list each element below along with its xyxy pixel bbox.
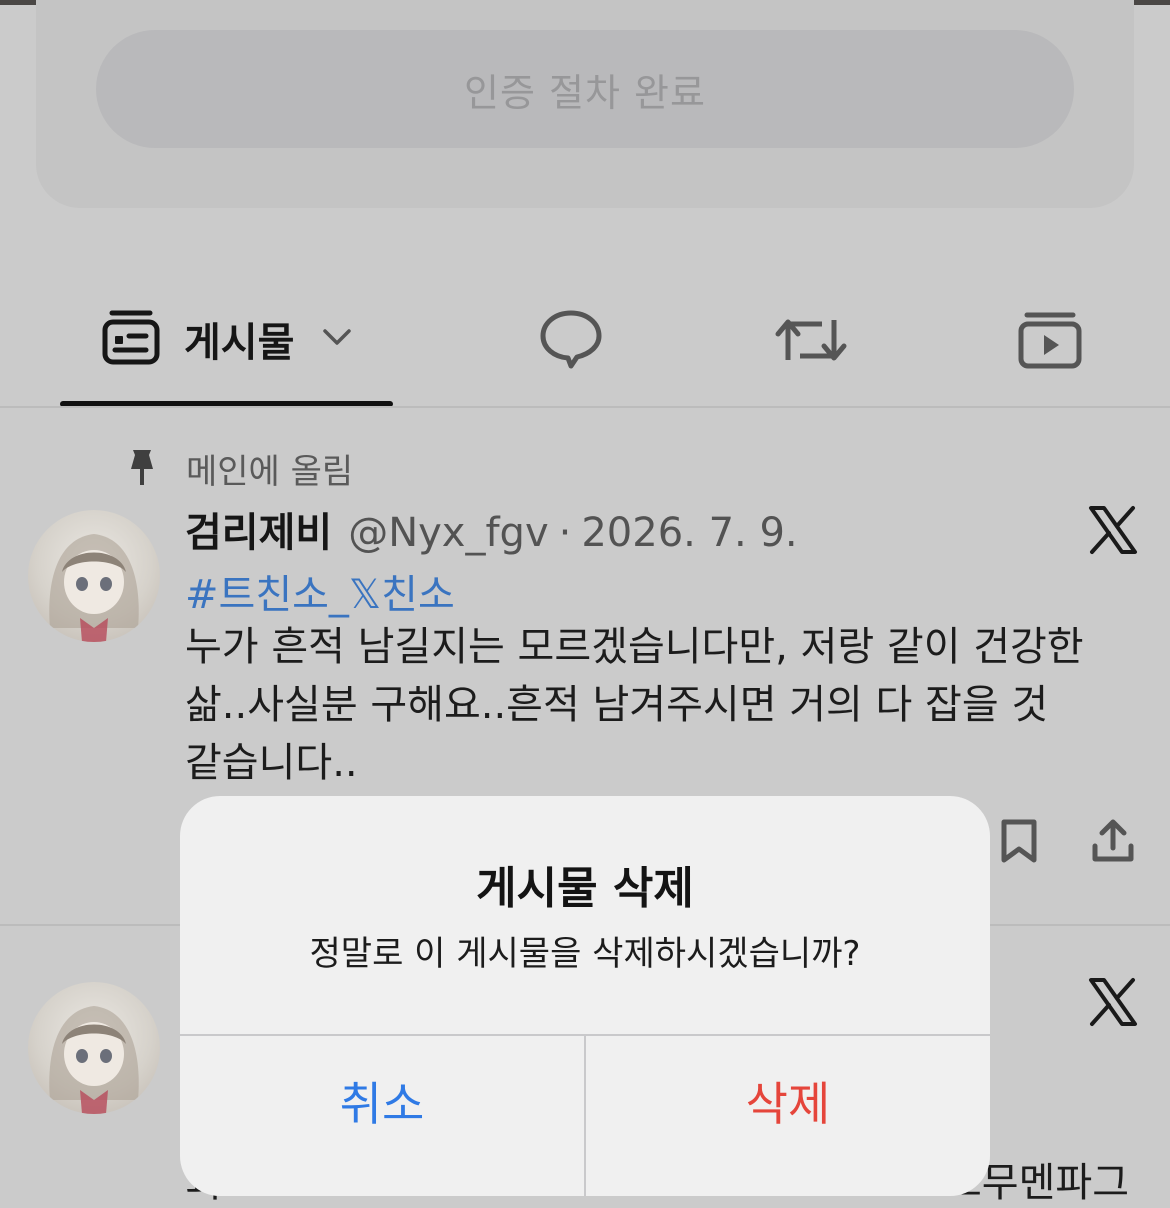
tab-posts[interactable]: 게시물 [100, 308, 352, 370]
avatar[interactable] [28, 982, 160, 1114]
posts-icon [100, 308, 162, 370]
delete-confirm-dialog: 게시물 삭제 정말로 이 게시물을 삭제하시겠습니까? 취소 삭제 [180, 796, 990, 1196]
display-name[interactable]: 검리제비 [185, 500, 332, 558]
profile-tabs: 게시물 [0, 290, 1170, 408]
complete-verification-button[interactable]: 인증 절차 완료 [96, 30, 1074, 148]
verification-card: 인증 절차 완료 [36, 0, 1134, 208]
reposts-icon [774, 312, 848, 372]
dialog-message: 정말로 이 게시물을 삭제하시겠습니까? [309, 934, 861, 974]
delete-button[interactable]: 삭제 [586, 1036, 990, 1166]
replies-icon [538, 308, 604, 374]
share-icon[interactable] [1090, 818, 1136, 868]
post-date[interactable]: 2026. 7. 9. [581, 510, 797, 556]
chevron-down-icon[interactable] [322, 328, 352, 350]
cancel-button[interactable]: 취소 [180, 1036, 584, 1166]
x-logo-icon[interactable] [1088, 505, 1138, 559]
hashtag-link[interactable]: #트친소_𝕏친소 [185, 562, 455, 620]
tabs-divider [0, 406, 1170, 408]
pinned-label: 메인에 올림 [186, 452, 354, 492]
header-separator: · [558, 510, 572, 556]
pinned-indicator: 메인에 올림 [126, 444, 353, 493]
tab-posts-label: 게시물 [184, 320, 295, 366]
dialog-title: 게시물 삭제 [476, 863, 694, 914]
tab-replies[interactable] [538, 308, 604, 374]
post-body-text: 누가 흔적 남길지는 모르겠습니다만, 저랑 같이 건강한 삶..사실분 구해요… [185, 624, 1084, 786]
tab-media[interactable] [1017, 310, 1083, 374]
user-handle[interactable]: @Nyx_fgv [348, 510, 548, 556]
pin-icon [126, 447, 158, 491]
tab-reposts[interactable] [774, 312, 848, 372]
media-icon [1017, 310, 1083, 374]
avatar[interactable] [28, 510, 160, 642]
post-header: 검리제비 @Nyx_fgv · 2026. 7. 9. [185, 500, 798, 558]
x-logo-icon[interactable] [1088, 977, 1138, 1031]
bookmark-icon[interactable] [998, 818, 1040, 868]
